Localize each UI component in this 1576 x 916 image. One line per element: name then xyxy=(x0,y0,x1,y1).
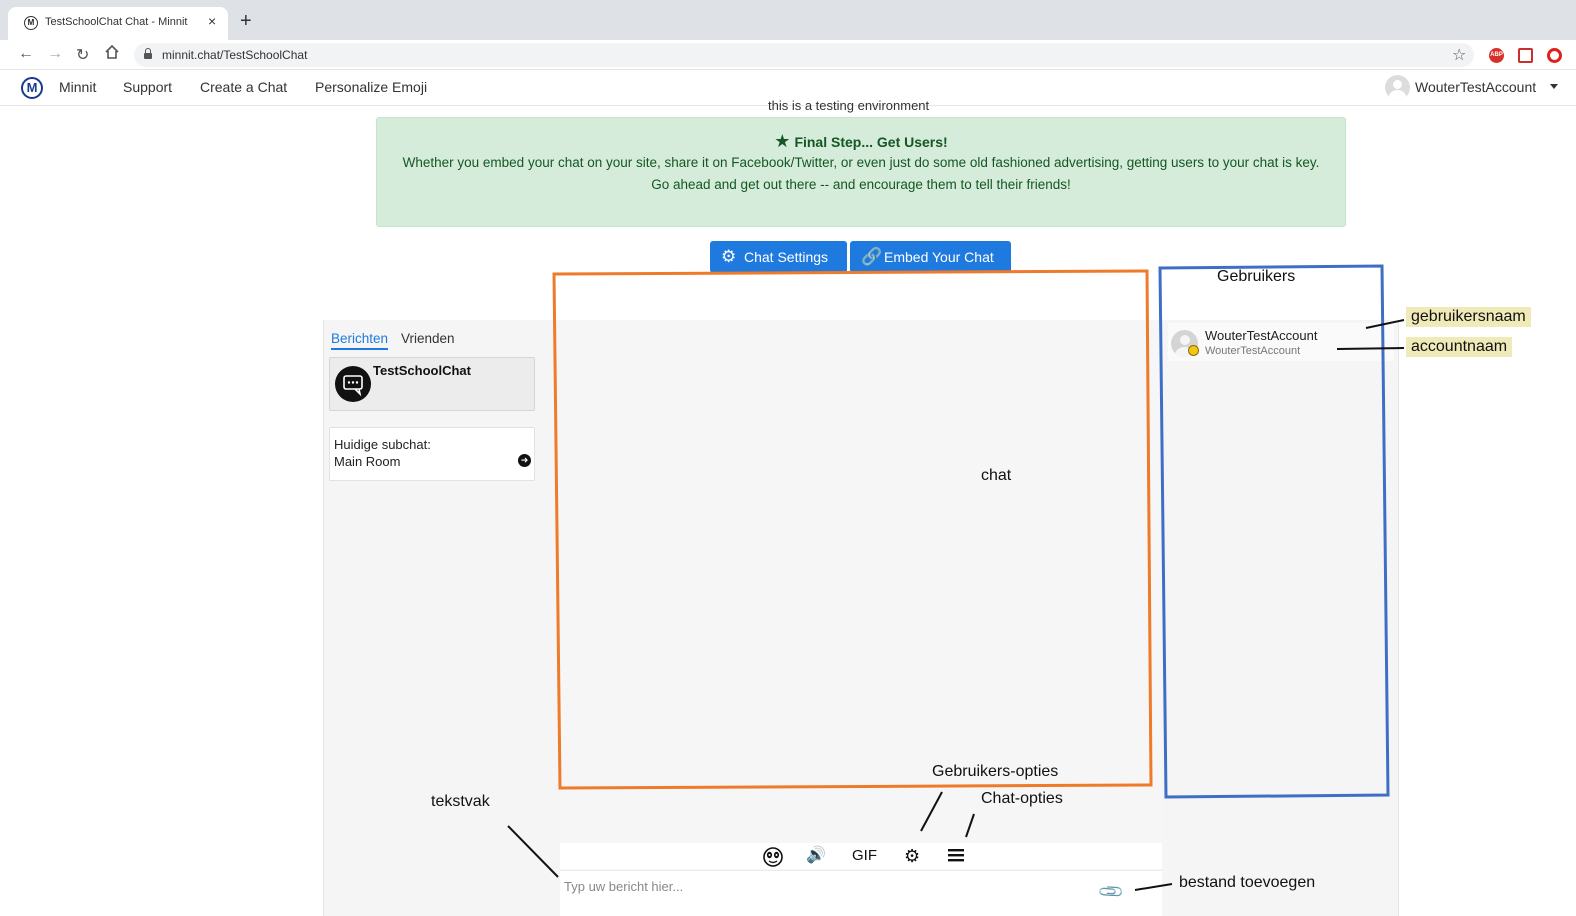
nav-link-create-chat[interactable]: Create a Chat xyxy=(200,79,287,95)
annotation-user-options: Gebruikers-opties xyxy=(932,763,1059,780)
chat-options-menu-icon[interactable] xyxy=(948,847,964,868)
account-menu[interactable]: WouterTestAccount xyxy=(1415,79,1536,95)
bookmark-star-icon[interactable]: ☆ xyxy=(1452,45,1466,65)
browser-tab-strip: M TestSchoolChat Chat - Minnit × + xyxy=(0,0,1576,40)
chat-toolbar: 🔊 GIF ⚙ xyxy=(560,843,1162,869)
address-bar[interactable]: minnit.chat/TestSchoolChat ☆ xyxy=(134,43,1474,67)
user-list-panel xyxy=(1162,320,1399,916)
room-name: TestSchoolChat xyxy=(373,363,471,378)
lock-icon xyxy=(144,48,152,59)
browser-toolbar: ← → ↻ minnit.chat/TestSchoolChat ☆ ABP xyxy=(0,40,1576,70)
pocket-extension-icon[interactable] xyxy=(1518,48,1533,63)
embed-chat-button[interactable]: 🔗 Embed Your Chat xyxy=(850,241,1011,273)
paperclip-icon[interactable]: 📎 xyxy=(1097,877,1126,906)
alert-title: Final Step... Get Users! xyxy=(794,134,948,150)
nav-link-minnit[interactable]: Minnit xyxy=(59,79,96,95)
new-tab-button[interactable]: + xyxy=(240,11,252,31)
user-account-name: WouterTestAccount xyxy=(1205,345,1301,357)
nav-link-personalize-emoji[interactable]: Personalize Emoji xyxy=(315,79,427,95)
chat-settings-label: Chat Settings xyxy=(744,249,829,265)
caret-down-icon[interactable] xyxy=(1550,84,1558,89)
get-users-alert: ★ Final Step... Get Users! Whether you em… xyxy=(376,117,1346,227)
room-card[interactable]: TestSchoolChat xyxy=(329,357,535,411)
user-list-item[interactable]: WouterTestAccount WouterTestAccount xyxy=(1168,323,1394,361)
alert-line-2: Go ahead and get out there -- and encour… xyxy=(651,176,1071,192)
subchat-selector[interactable]: Huidige subchat: Main Room ➜ xyxy=(329,427,535,481)
tab-berichten[interactable]: Berichten xyxy=(331,331,389,350)
account-avatar[interactable] xyxy=(1385,75,1410,100)
embed-chat-label: Embed Your Chat xyxy=(884,249,994,265)
annotation-textbox: tekstvak xyxy=(431,793,490,810)
message-composer: 📎 xyxy=(560,870,1162,916)
minnit-logo[interactable]: M xyxy=(21,77,43,99)
user-display-name: WouterTestAccount xyxy=(1205,328,1318,343)
url-text: minnit.chat/TestSchoolChat xyxy=(162,48,308,62)
chat-settings-button[interactable]: ⚙ Chat Settings xyxy=(710,241,847,273)
reload-icon[interactable]: ↻ xyxy=(76,45,89,65)
adblock-extension-icon[interactable]: ABP xyxy=(1489,48,1504,63)
back-arrow-icon[interactable]: ← xyxy=(18,45,34,63)
forward-arrow-icon[interactable]: → xyxy=(47,45,63,63)
opera-extension-icon[interactable] xyxy=(1547,48,1562,63)
star-icon: ★ xyxy=(774,131,791,151)
chat-area xyxy=(560,320,1162,916)
annotation-add-file: bestand toevoegen xyxy=(1179,874,1316,891)
home-icon[interactable] xyxy=(104,44,120,65)
subchat-label: Huidige subchat: xyxy=(334,437,431,452)
emoji-icon[interactable] xyxy=(762,847,784,872)
gear-icon: ⚙ xyxy=(721,247,737,266)
link-icon: 🔗 xyxy=(861,247,883,266)
annotation-users: Gebruikers xyxy=(1217,268,1296,285)
user-options-gear-icon[interactable]: ⚙ xyxy=(904,847,920,865)
tab-vrienden[interactable]: Vrienden xyxy=(401,331,455,346)
minnit-favicon-icon: M xyxy=(24,16,38,30)
browser-tab[interactable]: M TestSchoolChat Chat - Minnit × xyxy=(8,7,228,40)
annotation-accountname: accountnaam xyxy=(1406,337,1513,357)
arrow-right-circle-icon[interactable]: ➜ xyxy=(518,454,531,467)
tab-title: TestSchoolChat Chat - Minnit xyxy=(45,16,188,28)
chat-bubble-icon xyxy=(335,366,371,402)
gif-button[interactable]: GIF xyxy=(852,847,877,865)
annotation-chat-options: Chat-opties xyxy=(981,790,1063,807)
testing-notice: this is a testing environment xyxy=(768,98,930,113)
close-tab-icon[interactable]: × xyxy=(208,13,216,29)
annotation-username: gebruikersnaam xyxy=(1406,307,1531,327)
volume-icon[interactable]: 🔊 xyxy=(806,847,826,865)
annotation-chat: chat xyxy=(981,467,1012,484)
status-dot-icon xyxy=(1188,345,1199,356)
message-input[interactable] xyxy=(564,875,1084,897)
alert-line-1: Whether you embed your chat on your site… xyxy=(402,155,1320,170)
nav-link-support[interactable]: Support xyxy=(123,79,172,95)
subchat-room-name: Main Room xyxy=(334,454,401,469)
